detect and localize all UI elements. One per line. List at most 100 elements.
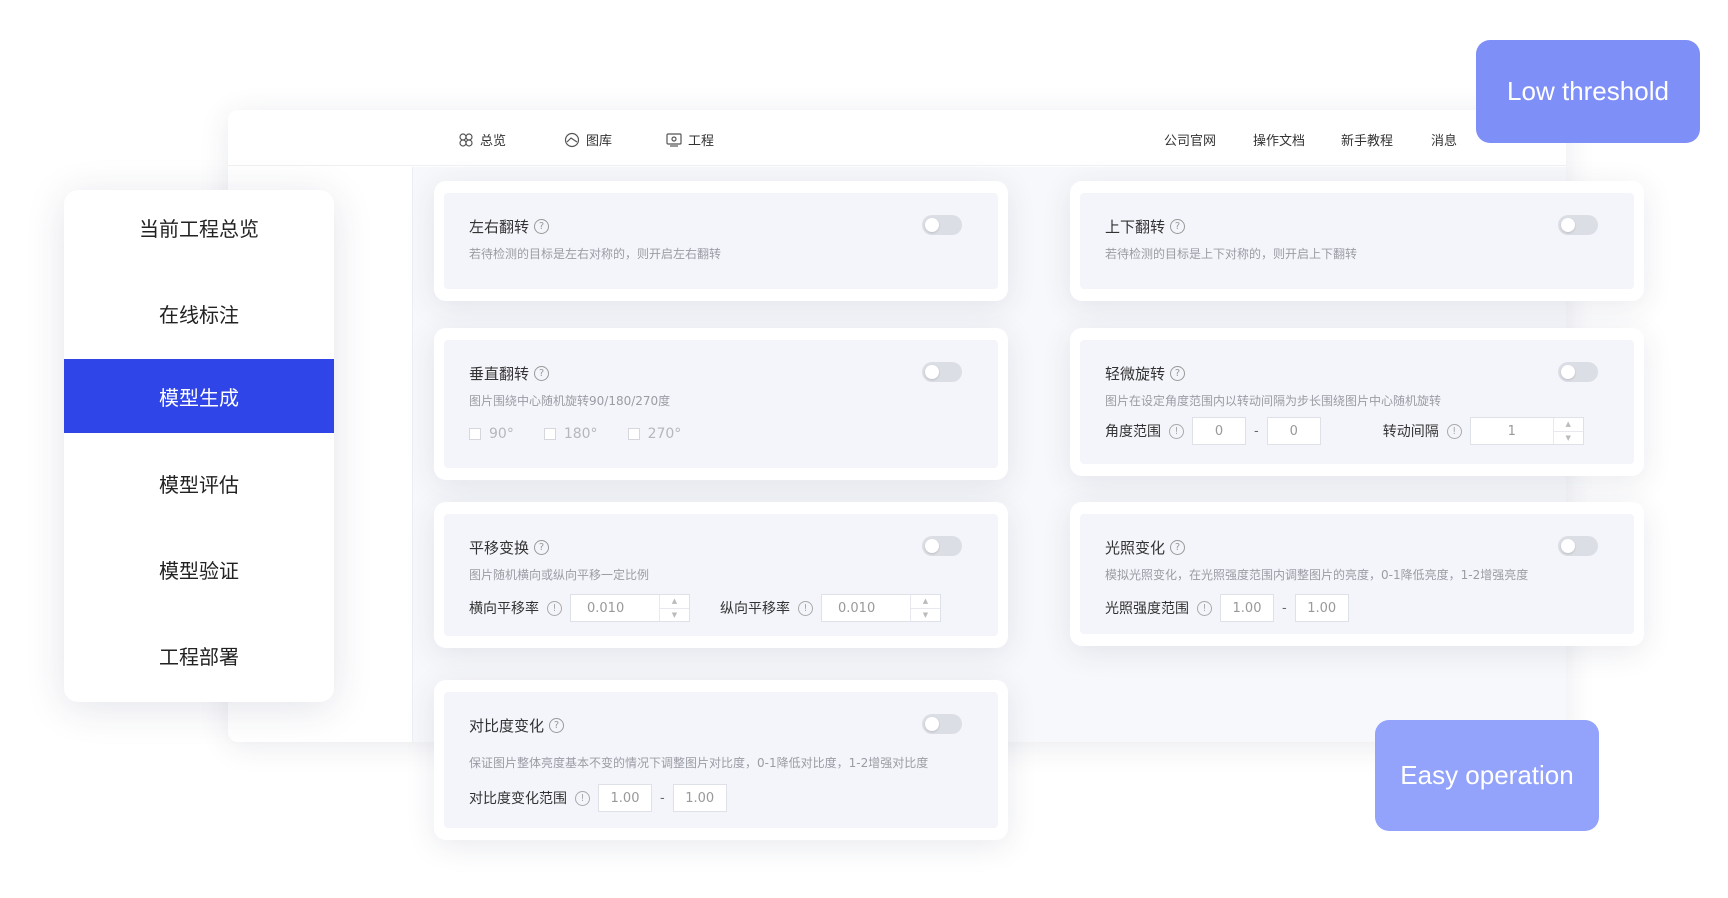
angle-min-input[interactable]: 0 [1192,417,1246,445]
nav-gallery-label: 图库 [586,134,613,149]
checkbox-label: 270° [647,426,682,442]
help-icon[interactable]: ? [1170,366,1186,381]
menu-item-model-generation[interactable]: 模型生成 [64,359,334,433]
nav-overview-label: 总览 [480,134,507,149]
range-dash: - [1282,600,1287,616]
card-title: 上下翻转 ? [1105,216,1186,237]
arrow-down-icon[interactable]: ▼ [911,609,940,622]
step-label: 转动间隔 [1382,424,1439,440]
card-flip-vertical-mirror: 上下翻转 ? 若待检测的目标是上下对称的，则开启上下翻转 [1070,181,1644,301]
menu-item-model-evaluation[interactable]: 模型评估 [64,446,334,520]
flip-horizontal-toggle[interactable] [922,215,962,235]
info-icon[interactable]: ! [575,790,590,806]
contrast-toggle[interactable] [922,714,962,734]
range-dash: - [660,790,665,806]
contrast-min-input[interactable]: 1.00 [598,784,652,812]
horizontal-shift-stepper[interactable]: 0.010 ▲ ▼ [570,594,690,622]
arrow-down-icon[interactable]: ▼ [660,609,689,622]
slight-rotation-toggle[interactable] [1558,362,1598,382]
checkbox-180[interactable] [543,428,556,440]
flip-up-down-toggle[interactable] [1558,215,1598,235]
card-body: 上下翻转 ? 若待检测的目标是上下对称的，则开启上下翻转 [1080,193,1634,289]
card-title-text: 轻微旋转 [1105,365,1166,383]
stepper-arrows[interactable]: ▲ ▼ [1552,418,1583,445]
arrow-up-icon[interactable]: ▲ [660,595,689,609]
lighting-toggle[interactable] [1558,536,1598,556]
help-icon[interactable]: ? [1170,540,1186,555]
light-range-label: 光照强度范围 [1105,601,1189,617]
light-max-input[interactable]: 1.00 [1294,594,1349,622]
card-title-text: 上下翻转 [1105,218,1166,236]
card-body: 光照变化 ? 模拟光照变化，在光照强度范围内调整图片的亮度，0-1降低亮度，1-… [1080,514,1634,634]
card-description: 保证图片整体亮度基本不变的情况下调整图片对比度，0-1降低对比度，1-2增强对比… [469,756,929,770]
checkbox-90[interactable] [469,428,481,440]
card-body: 左右翻转 ? 若待检测的目标是左右对称的，则开启左右翻转 [444,193,998,289]
stepper-arrows[interactable]: ▲ ▼ [910,595,940,621]
contrast-range-label: 对比度变化范围 [469,791,567,807]
badge-easy-operation: Easy operation [1375,720,1599,831]
help-icon[interactable]: ? [534,540,550,555]
arrow-up-icon[interactable]: ▲ [1553,418,1583,432]
lighting-settings: 光照强度范围 ! 1.00 - 1.00 [1105,594,1349,622]
card-slight-rotation: 轻微旋转 ? 图片在设定角度范围内以转动间隔为步长围绕图片中心随机旋转 角度范围… [1070,328,1644,476]
checkbox-270[interactable] [627,428,640,440]
info-icon[interactable]: ! [1169,423,1184,439]
nav-gallery[interactable]: 图库 [564,130,612,149]
side-menu: 当前工程总览 在线标注 模型生成 模型评估 模型验证 工程部署 [64,190,334,702]
arrow-down-icon[interactable]: ▼ [1554,432,1583,445]
contrast-settings: 对比度变化范围 ! 1.00 - 1.00 [469,784,727,812]
menu-item-project-deploy[interactable]: 工程部署 [64,618,334,692]
card-title: 轻微旋转 ? [1105,363,1186,384]
info-icon[interactable]: ! [798,600,813,616]
help-icon[interactable]: ? [1170,219,1186,234]
step-stepper[interactable]: 1 ▲ ▼ [1469,417,1584,445]
horizontal-shift-label: 横向平移率 [469,601,539,617]
translation-settings: 横向平移率 ! 0.010 ▲ ▼ 纵向平移率 ! 0.010 ▲ ▼ [469,594,941,622]
gallery-icon [564,132,580,147]
checkbox-label: 180° [563,426,598,442]
info-icon[interactable]: ! [1446,423,1462,439]
vertical-flip-toggle[interactable] [922,362,962,382]
angle-max-input[interactable]: 0 [1266,417,1321,445]
card-translation: 平移变换 ? 图片随机横向或纵向平移一定比例 横向平移率 ! 0.010 ▲ ▼ … [434,502,1008,648]
card-title: 左右翻转 ? [469,216,550,237]
card-vertical-flip: 垂直翻转 ? 图片围绕中心随机旋转90/180/270度 90° 180° 27… [434,328,1008,480]
link-tutorial[interactable]: 新手教程 [1341,130,1393,149]
menu-item-project-overview[interactable]: 当前工程总览 [64,190,334,264]
info-icon[interactable]: ! [1197,600,1212,616]
contrast-max-input[interactable]: 1.00 [672,784,727,812]
range-dash: - [1254,423,1259,439]
translation-toggle[interactable] [922,536,962,556]
nav-overview[interactable]: 总览 [458,130,506,149]
light-min-input[interactable]: 1.00 [1220,594,1274,622]
card-body: 平移变换 ? 图片随机横向或纵向平移一定比例 横向平移率 ! 0.010 ▲ ▼ … [444,514,998,636]
help-icon[interactable]: ? [549,718,565,733]
card-title: 光照变化 ? [1105,537,1186,558]
card-description: 若待检测的目标是上下对称的，则开启上下翻转 [1105,247,1358,261]
card-title-text: 对比度变化 [469,717,545,735]
card-title-text: 平移变换 [469,539,530,557]
link-company-site[interactable]: 公司官网 [1164,130,1216,149]
arrow-up-icon[interactable]: ▲ [911,595,940,609]
card-title-text: 左右翻转 [469,218,530,236]
link-docs[interactable]: 操作文档 [1253,130,1305,149]
horizontal-shift-value: 0.010 [587,600,625,616]
card-contrast: 对比度变化 ? 保证图片整体亮度基本不变的情况下调整图片对比度，0-1降低对比度… [434,680,1008,840]
card-description: 图片围绕中心随机旋转90/180/270度 [469,394,671,408]
menu-item-online-annotation[interactable]: 在线标注 [64,276,334,350]
card-description: 若待检测的目标是左右对称的，则开启左右翻转 [469,247,722,261]
nav-project[interactable]: 工程 [666,130,714,149]
info-icon[interactable]: ! [547,600,562,616]
menu-item-model-validation[interactable]: 模型验证 [64,532,334,606]
card-body: 垂直翻转 ? 图片围绕中心随机旋转90/180/270度 90° 180° 27… [444,340,998,468]
help-icon[interactable]: ? [534,219,550,234]
angle-options: 90° 180° 270° [469,426,711,442]
angle-range-label: 角度范围 [1105,424,1161,440]
card-description: 图片在设定角度范围内以转动间隔为步长围绕图片中心随机旋转 [1105,394,1442,408]
link-messages[interactable]: 消息 [1431,130,1457,149]
help-icon[interactable]: ? [534,366,550,381]
monitor-icon [666,132,682,147]
vertical-shift-stepper[interactable]: 0.010 ▲ ▼ [821,594,941,622]
stepper-arrows[interactable]: ▲ ▼ [659,595,689,621]
card-title-text: 垂直翻转 [469,365,530,383]
